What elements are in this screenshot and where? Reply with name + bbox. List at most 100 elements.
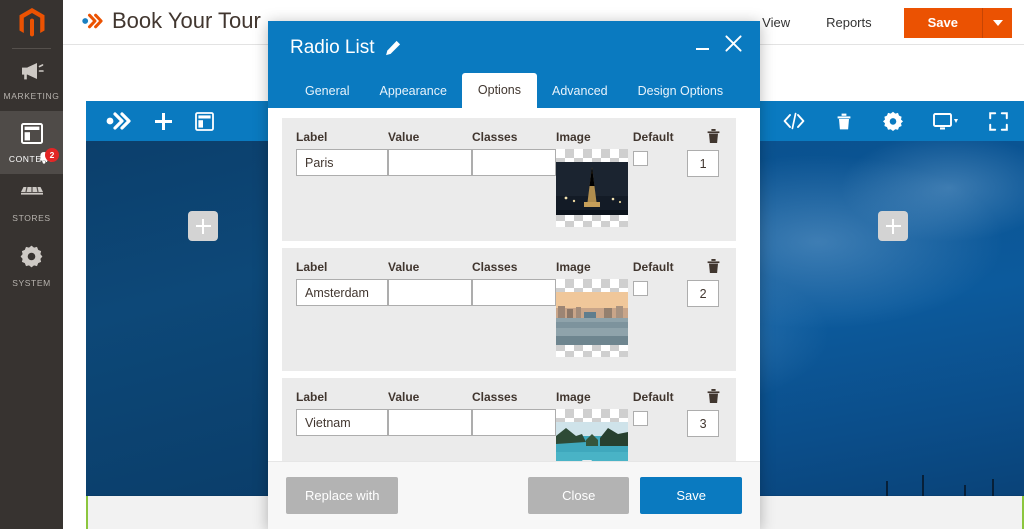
halong-bay-thumbnail bbox=[556, 422, 628, 462]
delete-row-icon[interactable] bbox=[706, 258, 721, 279]
order-input[interactable] bbox=[687, 150, 719, 177]
table-row: Label Value Classes Image bbox=[282, 378, 736, 461]
option-image-field: Image bbox=[556, 260, 633, 357]
option-classes-field: Classes bbox=[472, 260, 556, 306]
modal-window-controls bbox=[696, 35, 742, 52]
trash-icon[interactable] bbox=[835, 112, 853, 131]
order-input[interactable] bbox=[687, 280, 719, 307]
replace-with-button[interactable]: Replace with bbox=[286, 477, 398, 514]
sidebar-item-system[interactable]: SYSTEM bbox=[0, 233, 63, 298]
column-header-value: Value bbox=[388, 390, 472, 404]
image-thumbnail-wrapper[interactable] bbox=[556, 279, 628, 357]
sidebar-label-marketing: MARKETING bbox=[2, 91, 61, 101]
value-input[interactable] bbox=[388, 409, 472, 436]
layout-panel-icon[interactable] bbox=[195, 112, 214, 131]
column-header-default: Default bbox=[633, 130, 687, 144]
option-default-field: Default bbox=[633, 130, 687, 166]
settings-gear-icon[interactable] bbox=[883, 111, 903, 131]
reports-button[interactable]: Reports bbox=[808, 15, 890, 30]
tab-advanced[interactable]: Advanced bbox=[537, 75, 623, 108]
default-checkbox[interactable] bbox=[633, 411, 648, 426]
pencil-icon[interactable] bbox=[385, 40, 401, 56]
option-image-field: Image bbox=[556, 130, 633, 227]
fullscreen-icon[interactable] bbox=[989, 112, 1008, 131]
modal-tabs: General Appearance Options Advanced Desi… bbox=[290, 73, 738, 108]
modal-header: Radio List General Appearance Op bbox=[268, 21, 760, 108]
modal-title: Radio List bbox=[290, 37, 375, 59]
minimize-icon[interactable] bbox=[696, 48, 709, 50]
save-split-button: Save bbox=[904, 8, 1012, 38]
layout-icon bbox=[2, 123, 61, 149]
admin-sidebar: MARKETING CONTENT 2 bbox=[0, 0, 63, 529]
admin-actions: View Reports Save bbox=[744, 0, 1012, 45]
label-input[interactable] bbox=[296, 279, 388, 306]
classes-input[interactable] bbox=[472, 149, 556, 176]
option-image-field: Image bbox=[556, 390, 633, 461]
image-thumbnail-wrapper[interactable] bbox=[556, 409, 628, 461]
add-content-left-button[interactable] bbox=[188, 211, 218, 241]
option-order-field bbox=[687, 260, 722, 307]
label-input[interactable] bbox=[296, 409, 388, 436]
column-header-image: Image bbox=[556, 260, 633, 274]
option-default-field: Default bbox=[633, 260, 687, 296]
magento-logo-icon[interactable] bbox=[0, 0, 63, 45]
option-label-field: Label bbox=[296, 260, 388, 306]
amsterdam-canal-sunset-thumbnail bbox=[556, 292, 628, 345]
default-checkbox[interactable] bbox=[633, 281, 648, 296]
option-classes-field: Classes bbox=[472, 390, 556, 436]
option-default-field: Default bbox=[633, 390, 687, 426]
classes-input[interactable] bbox=[472, 279, 556, 306]
code-icon[interactable] bbox=[783, 112, 805, 130]
sidebar-label-system: SYSTEM bbox=[2, 278, 61, 288]
gear-icon bbox=[2, 245, 61, 273]
delete-row-icon[interactable] bbox=[706, 388, 721, 409]
modal-title-row: Radio List bbox=[290, 37, 738, 59]
viewport-monitor-icon[interactable] bbox=[933, 112, 959, 131]
order-input[interactable] bbox=[687, 410, 719, 437]
add-icon[interactable] bbox=[154, 112, 173, 131]
delete-row-icon[interactable] bbox=[706, 128, 721, 149]
sidebar-item-stores[interactable]: STORES bbox=[0, 174, 63, 233]
column-header-label: Label bbox=[296, 390, 388, 404]
sidebar-label-stores: STORES bbox=[2, 213, 61, 223]
save-options-button[interactable] bbox=[982, 8, 1012, 38]
eiffel-tower-night-thumbnail bbox=[556, 162, 628, 215]
value-input[interactable] bbox=[388, 149, 472, 176]
storefront-icon bbox=[2, 186, 61, 208]
column-header-value: Value bbox=[388, 130, 472, 144]
page-title-area: Book Your Tour bbox=[82, 8, 261, 34]
options-list[interactable]: Label Value Classes Image bbox=[282, 118, 744, 461]
column-header-classes: Classes bbox=[472, 260, 556, 274]
modal-save-button[interactable]: Save bbox=[640, 477, 742, 514]
option-value-field: Value bbox=[388, 260, 472, 306]
tab-options[interactable]: Options bbox=[462, 73, 537, 108]
column-header-label: Label bbox=[296, 130, 388, 144]
add-content-right-button[interactable] bbox=[878, 211, 908, 241]
sidebar-item-marketing[interactable]: MARKETING bbox=[0, 49, 63, 111]
save-button[interactable]: Save bbox=[904, 8, 982, 38]
column-header-default: Default bbox=[633, 390, 687, 404]
notification-count: 2 bbox=[45, 148, 59, 162]
modal-body: Label Value Classes Image bbox=[268, 108, 760, 461]
notification-badge-group[interactable]: 2 bbox=[38, 148, 59, 166]
sidebar-item-content[interactable]: CONTENT 2 bbox=[0, 111, 63, 174]
option-label-field: Label bbox=[296, 390, 388, 436]
modal-footer-right: Close Save bbox=[528, 477, 742, 514]
label-input[interactable] bbox=[296, 149, 388, 176]
tab-general[interactable]: General bbox=[290, 75, 364, 108]
close-icon[interactable] bbox=[725, 35, 742, 52]
tab-appearance[interactable]: Appearance bbox=[364, 75, 461, 108]
tab-design-options[interactable]: Design Options bbox=[623, 75, 738, 108]
page-builder-logo-icon[interactable] bbox=[106, 112, 132, 130]
close-button[interactable]: Close bbox=[528, 477, 629, 514]
image-thumbnail-wrapper[interactable] bbox=[556, 149, 628, 227]
table-row: Label Value Classes Image bbox=[282, 118, 736, 241]
page-title: Book Your Tour bbox=[112, 8, 261, 34]
option-label-field: Label bbox=[296, 130, 388, 176]
column-header-label: Label bbox=[296, 260, 388, 274]
value-input[interactable] bbox=[388, 279, 472, 306]
classes-input[interactable] bbox=[472, 409, 556, 436]
default-checkbox[interactable] bbox=[633, 151, 648, 166]
column-header-value: Value bbox=[388, 260, 472, 274]
megaphone-icon bbox=[2, 61, 61, 86]
